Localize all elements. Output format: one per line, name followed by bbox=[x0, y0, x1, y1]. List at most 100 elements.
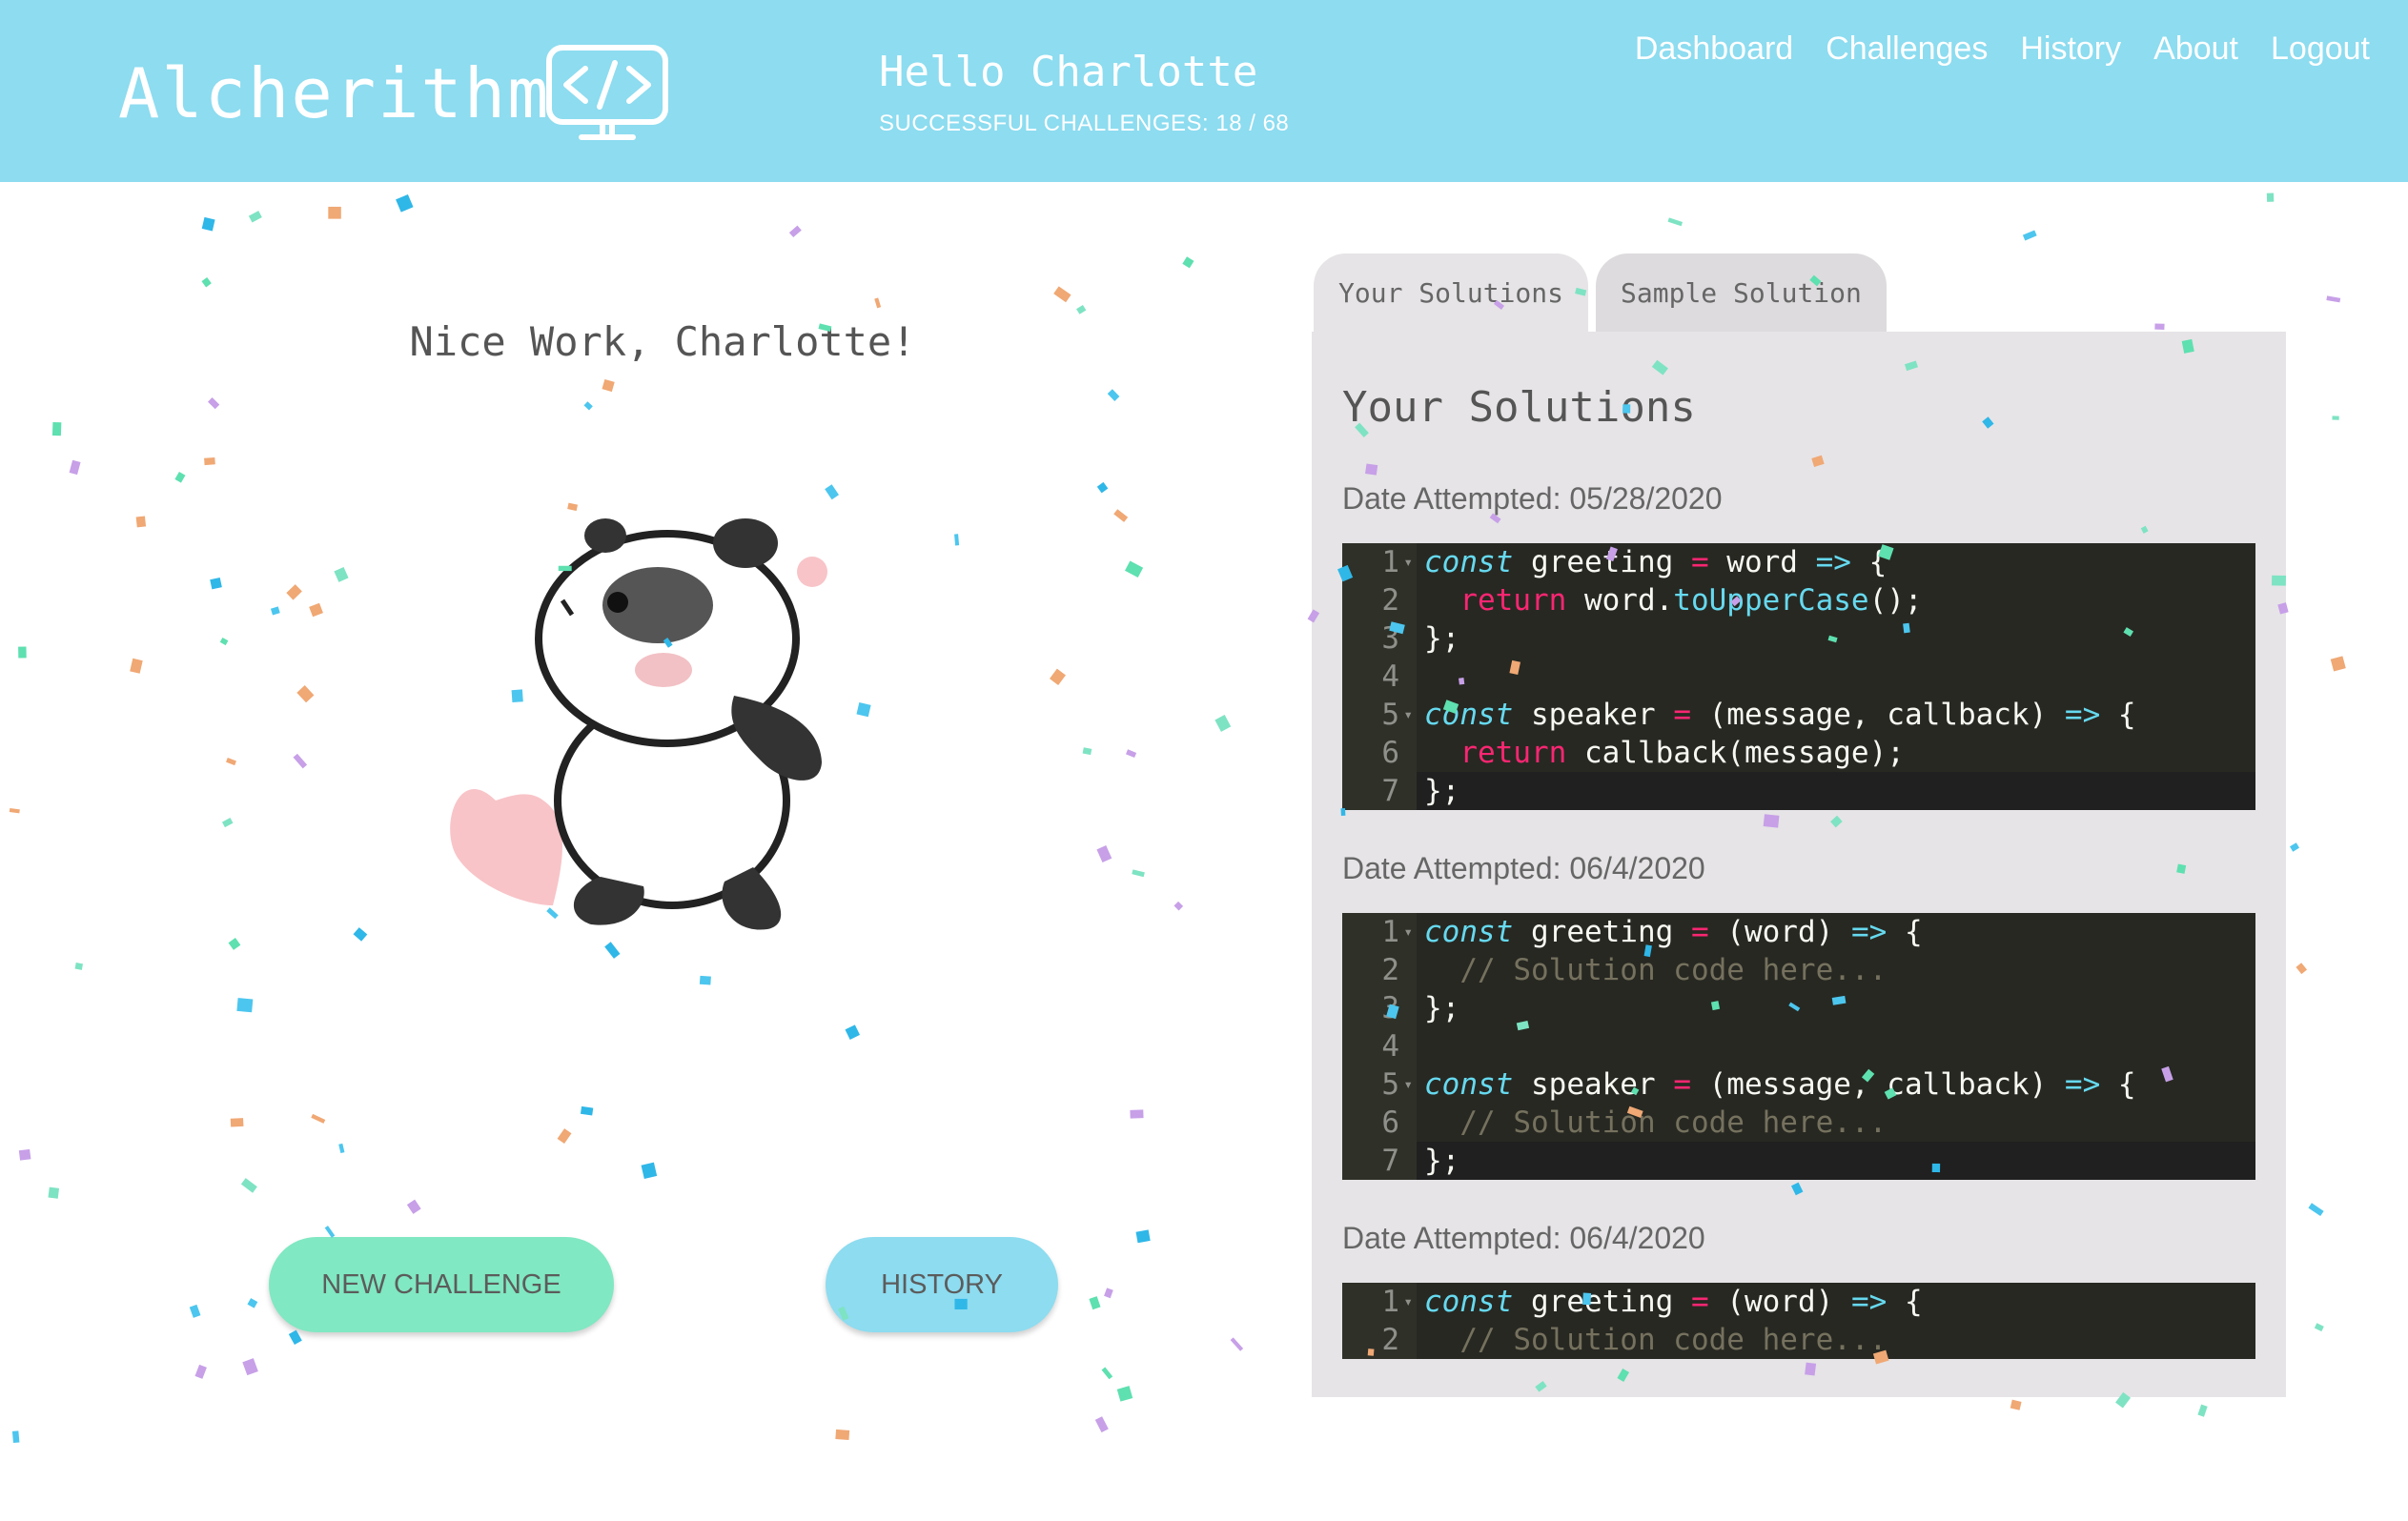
confetti-piece bbox=[1076, 304, 1087, 314]
confetti-piece bbox=[236, 998, 254, 1013]
confetti-piece bbox=[1125, 560, 1144, 578]
confetti-piece bbox=[324, 1226, 336, 1238]
confetti-piece bbox=[580, 1105, 594, 1116]
confetti-piece bbox=[69, 459, 81, 476]
confetti-piece bbox=[1107, 389, 1120, 401]
confetti-piece bbox=[604, 942, 621, 959]
nav-history[interactable]: History bbox=[2020, 30, 2121, 68]
confetti-piece bbox=[293, 753, 308, 769]
confetti-piece bbox=[1089, 1296, 1101, 1310]
code-editor[interactable]: 1 ▾ const greeting = word => { 2 return wo… bbox=[1342, 543, 2255, 810]
confetti-piece bbox=[210, 577, 222, 590]
confetti-piece bbox=[328, 206, 341, 219]
confetti-piece bbox=[221, 818, 234, 828]
confetti-piece bbox=[2314, 1323, 2324, 1332]
confetti-piece bbox=[788, 225, 802, 238]
code-line: return callback(message); bbox=[1459, 736, 1905, 770]
nav-logout[interactable]: Logout bbox=[2271, 30, 2370, 68]
attempt-date: Date Attempted: 06/4/2020 bbox=[1342, 851, 1705, 885]
confetti-piece bbox=[835, 1429, 850, 1441]
challenge-progress: SUCCESSFUL CHALLENGES: 18 / 68 bbox=[879, 111, 1290, 136]
confetti-piece bbox=[602, 378, 615, 393]
app-logo[interactable]: Alcherithm bbox=[118, 53, 550, 133]
main-nav: Dashboard Challenges History About Logou… bbox=[1635, 30, 2370, 68]
confetti-piece bbox=[2010, 1399, 2022, 1410]
confetti-piece bbox=[1101, 1367, 1113, 1380]
confetti-piece bbox=[1049, 668, 1066, 685]
confetti-piece bbox=[18, 1148, 31, 1161]
confetti-piece bbox=[2326, 295, 2341, 303]
confetti-piece bbox=[353, 927, 368, 942]
code-editor[interactable]: 1 ▾ const greeting = (word) => { 2 // Solu… bbox=[1342, 913, 2255, 1180]
confetti-piece bbox=[201, 276, 212, 288]
confetti-piece bbox=[286, 584, 302, 600]
confetti-piece bbox=[174, 471, 186, 483]
nav-challenges[interactable]: Challenges bbox=[1826, 30, 1988, 68]
nav-about[interactable]: About bbox=[2153, 30, 2238, 68]
confetti-piece bbox=[338, 1143, 345, 1154]
confetti-piece bbox=[2154, 323, 2165, 331]
attempt-date: Date Attempted: 06/4/2020 bbox=[1342, 1221, 1705, 1255]
confetti-piece bbox=[11, 1430, 20, 1444]
confetti-piece bbox=[1116, 1386, 1133, 1402]
code-line: }; bbox=[1424, 991, 1460, 1025]
app-header: Alcherithm Hello Charlotte SUCCESSFUL CH… bbox=[0, 0, 2408, 182]
tab-sample-solution[interactable]: Sample Solution bbox=[1596, 254, 1887, 332]
confetti-piece bbox=[230, 1118, 244, 1127]
confetti-piece bbox=[226, 758, 236, 766]
confetti-piece bbox=[309, 602, 323, 618]
confetti-piece bbox=[296, 685, 315, 703]
confetti-piece bbox=[699, 975, 711, 985]
code-line: const greeting = word => { bbox=[1424, 545, 1888, 579]
confetti-piece bbox=[1135, 1229, 1151, 1244]
tab-your-solutions[interactable]: Your Solutions bbox=[1314, 254, 1589, 332]
user-greeting: Hello Charlotte bbox=[879, 48, 1258, 96]
confetti-piece bbox=[2289, 842, 2300, 852]
confetti-piece bbox=[2332, 416, 2339, 420]
confetti-piece bbox=[135, 516, 147, 528]
history-button[interactable]: HISTORY bbox=[826, 1237, 1058, 1332]
panda-illustration bbox=[450, 518, 827, 930]
confetti-piece bbox=[189, 1304, 201, 1318]
confetti-piece bbox=[1132, 869, 1145, 878]
confetti-piece bbox=[583, 401, 593, 411]
solutions-panel[interactable]: Your Solutions Date Attempted: 05/28/202… bbox=[1312, 332, 2286, 1397]
confetti-piece bbox=[247, 1298, 258, 1308]
confetti-piece bbox=[1053, 286, 1071, 303]
confetti-piece bbox=[288, 1329, 302, 1346]
confetti-piece bbox=[406, 1199, 421, 1214]
confetti-piece bbox=[845, 1024, 861, 1040]
confetti-piece bbox=[204, 456, 215, 466]
code-line: // Solution code here... bbox=[1459, 953, 1888, 987]
confetti-piece bbox=[2296, 963, 2308, 975]
confetti-piece bbox=[219, 638, 229, 646]
code-line: // Solution code here... bbox=[1459, 1323, 1888, 1357]
code-line: return word.toUpperCase(); bbox=[1459, 583, 1923, 618]
attempt-card: Date Attempted: 06/4/2020 1 ▾ const greeti… bbox=[1342, 844, 2255, 1180]
confetti-piece bbox=[1096, 481, 1109, 494]
nav-dashboard[interactable]: Dashboard bbox=[1635, 30, 1793, 68]
new-challenge-button[interactable]: NEW CHALLENGE bbox=[269, 1237, 614, 1332]
code-line: const speaker = (message, callback) => { bbox=[1424, 698, 2136, 732]
code-editor[interactable]: 1 ▾ const greeting = (word) => { 2 // Solu… bbox=[1342, 1283, 2255, 1359]
confetti-piece bbox=[2022, 230, 2037, 241]
confetti-piece bbox=[311, 1113, 326, 1124]
confetti-piece bbox=[18, 646, 27, 659]
confetti-piece bbox=[1667, 217, 1684, 227]
confetti-piece bbox=[874, 297, 882, 309]
confetti-piece bbox=[2197, 1404, 2208, 1417]
confetti-piece bbox=[1082, 747, 1092, 756]
confetti-piece bbox=[1214, 715, 1232, 732]
confetti-piece bbox=[194, 1364, 207, 1379]
confetti-piece bbox=[130, 658, 143, 674]
attempt-card: Date Attempted: 05/28/2020 1 ▾ const greet… bbox=[1342, 475, 2255, 810]
code-line: }; bbox=[1424, 1144, 1460, 1178]
confetti-piece bbox=[641, 1162, 658, 1179]
solution-tabs: Your Solutions Sample Solution bbox=[1314, 254, 1887, 332]
confetti-piece bbox=[48, 1186, 60, 1199]
confetti-piece bbox=[207, 396, 220, 410]
confetti-piece bbox=[396, 193, 414, 213]
confetti-piece bbox=[51, 421, 62, 436]
